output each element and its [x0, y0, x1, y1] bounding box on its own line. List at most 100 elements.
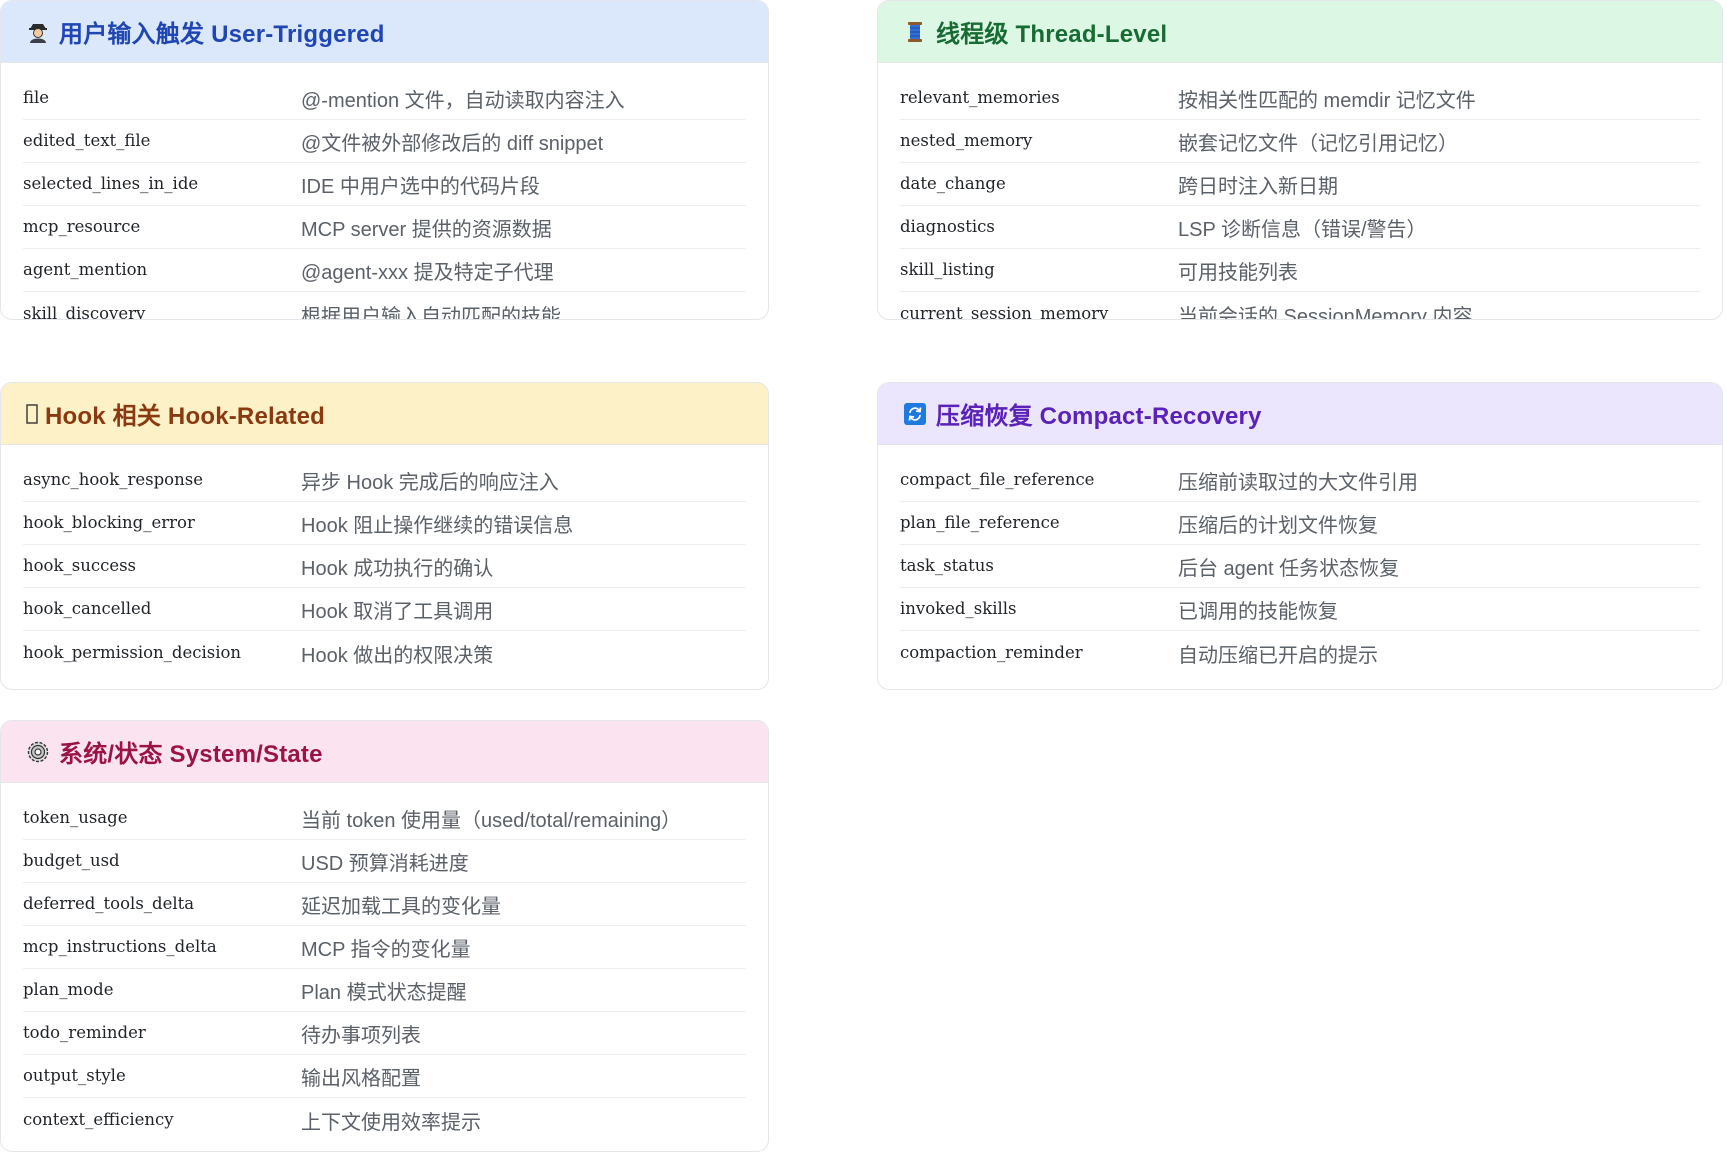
list-item: hook_success Hook 成功执行的确认 [23, 545, 746, 588]
list-item: deferred_tools_delta 延迟加载工具的变化量 [23, 883, 746, 926]
card-title: 用户输入触发 User-Triggered [59, 21, 385, 48]
item-desc: Hook 取消了工具调用 [301, 601, 494, 623]
item-key: hook_success [23, 556, 137, 575]
item-desc: 上下文使用效率提示 [301, 1112, 481, 1134]
gear-icon [25, 739, 51, 765]
item-key: context_efficiency [23, 1110, 174, 1129]
card-compact-recovery: 压缩恢复 Compact-Recovery compact_file_refer… [877, 382, 1723, 690]
item-desc: 跨日时注入新日期 [1178, 176, 1338, 198]
list-item: nested_memory 嵌套记忆文件（记忆引用记忆） [900, 120, 1700, 163]
item-desc: 按相关性匹配的 memdir 记忆文件 [1178, 90, 1476, 112]
item-desc: Plan 模式状态提醒 [301, 982, 467, 1004]
list-item: compaction_reminder 自动压缩已开启的提示 [900, 631, 1700, 674]
card-header: 压缩恢复 Compact-Recovery [878, 383, 1722, 445]
item-desc: 可用技能列表 [1178, 262, 1298, 284]
item-key: task_status [900, 556, 994, 575]
item-key: diagnostics [900, 217, 995, 236]
detective-icon [25, 19, 51, 45]
list-item: mcp_resource MCP server 提供的资源数据 [23, 206, 746, 249]
item-key: file [23, 88, 50, 107]
item-desc: 异步 Hook 完成后的响应注入 [301, 472, 559, 494]
item-key: token_usage [23, 808, 128, 827]
list-item: invoked_skills 已调用的技能恢复 [900, 588, 1700, 631]
item-desc: 当前会话的 SessionMemory 内容 [1178, 306, 1473, 320]
card-user-triggered: 用户输入触发 User-Triggered file @-mention 文件，自… [0, 0, 769, 320]
row-list: file @-mention 文件，自动读取内容注入 edited_text_fi… [1, 63, 768, 320]
item-desc: 嵌套记忆文件（记忆引用记忆） [1178, 133, 1458, 155]
list-item: plan_mode Plan 模式状态提醒 [23, 969, 746, 1012]
card-title: Hook 相关 Hook-Related [45, 403, 326, 430]
row-list: compact_file_reference 压缩前读取过的大文件引用 plan_… [878, 445, 1722, 674]
refresh-icon [902, 401, 928, 427]
item-desc: 根据用户输入自动匹配的技能 [301, 306, 561, 320]
list-item: hook_permission_decision Hook 做出的权限决策 [23, 631, 746, 674]
item-key: selected_lines_in_ide [23, 174, 199, 193]
list-item: date_change 跨日时注入新日期 [900, 163, 1700, 206]
card-header: 用户输入触发 User-Triggered [1, 1, 768, 63]
card-header: 线程级 Thread-Level [878, 1, 1722, 63]
item-key: invoked_skills [900, 599, 1017, 618]
item-key: mcp_instructions_delta [23, 937, 217, 956]
item-key: edited_text_file [23, 131, 151, 150]
card-title: 系统/状态 System/State [59, 741, 323, 768]
item-key: plan_file_reference [900, 513, 1060, 532]
item-desc: 自动压缩已开启的提示 [1178, 645, 1378, 667]
list-item: agent_mention @agent-xxx 提及特定子代理 [23, 249, 746, 292]
item-key: compaction_reminder [900, 643, 1083, 662]
item-desc: 压缩前读取过的大文件引用 [1178, 472, 1418, 494]
item-key: hook_permission_decision [23, 643, 242, 662]
item-desc: 延迟加载工具的变化量 [301, 896, 501, 918]
list-item: mcp_instructions_delta MCP 指令的变化量 [23, 926, 746, 969]
list-item: budget_usd USD 预算消耗进度 [23, 840, 746, 883]
card-header: 系统/状态 System/State [1, 721, 768, 783]
list-item: plan_file_reference 压缩后的计划文件恢复 [900, 502, 1700, 545]
item-key: hook_blocking_error [23, 513, 195, 532]
item-desc: MCP 指令的变化量 [301, 939, 471, 961]
list-item: async_hook_response 异步 Hook 完成后的响应注入 [23, 459, 746, 502]
list-item: edited_text_file @文件被外部修改后的 diff snippet [23, 120, 746, 163]
item-key: agent_mention [23, 260, 148, 279]
item-key: mcp_resource [23, 217, 141, 236]
item-desc: Hook 阻止操作继续的错误信息 [301, 515, 574, 537]
item-desc: MCP server 提供的资源数据 [301, 219, 552, 241]
hook-icon [25, 401, 39, 427]
item-key: output_style [23, 1066, 126, 1085]
item-key: plan_mode [23, 980, 114, 999]
item-key: budget_usd [23, 851, 120, 870]
item-key: skill_listing [900, 260, 995, 279]
item-key: compact_file_reference [900, 470, 1095, 489]
item-desc: 压缩后的计划文件恢复 [1178, 515, 1378, 537]
item-desc: 已调用的技能恢复 [1178, 601, 1338, 623]
item-key: date_change [900, 174, 1006, 193]
item-key: nested_memory [900, 131, 1033, 150]
item-desc: Hook 成功执行的确认 [301, 558, 494, 580]
item-key: relevant_memories [900, 88, 1060, 107]
list-item: hook_cancelled Hook 取消了工具调用 [23, 588, 746, 631]
item-key: current_session_memory [900, 304, 1109, 320]
list-item: file @-mention 文件，自动读取内容注入 [23, 77, 746, 120]
item-desc: 输出风格配置 [301, 1068, 421, 1090]
item-desc: @agent-xxx 提及特定子代理 [301, 262, 554, 284]
item-desc: USD 预算消耗进度 [301, 853, 469, 875]
list-item: relevant_memories 按相关性匹配的 memdir 记忆文件 [900, 77, 1700, 120]
list-item: selected_lines_in_ide IDE 中用户选中的代码片段 [23, 163, 746, 206]
item-key: todo_reminder [23, 1023, 146, 1042]
card-header: Hook 相关 Hook-Related [1, 383, 768, 445]
row-list: async_hook_response 异步 Hook 完成后的响应注入 hook… [1, 445, 768, 674]
list-item: skill_discovery 根据用户输入自动匹配的技能 [23, 292, 746, 320]
list-item: context_efficiency 上下文使用效率提示 [23, 1098, 746, 1141]
item-desc: LSP 诊断信息（错误/警告） [1178, 219, 1427, 241]
item-desc: 当前 token 使用量（used/total/remaining） [301, 810, 682, 832]
card-system-state: 系统/状态 System/State token_usage 当前 token 使… [0, 720, 769, 1152]
row-list: relevant_memories 按相关性匹配的 memdir 记忆文件 nes… [878, 63, 1722, 320]
item-desc: IDE 中用户选中的代码片段 [301, 176, 540, 198]
list-item: skill_listing 可用技能列表 [900, 249, 1700, 292]
item-desc: @-mention 文件，自动读取内容注入 [301, 90, 625, 112]
list-item: output_style 输出风格配置 [23, 1055, 746, 1098]
list-item: task_status 后台 agent 任务状态恢复 [900, 545, 1700, 588]
item-desc: Hook 做出的权限决策 [301, 645, 494, 667]
list-item: diagnostics LSP 诊断信息（错误/警告） [900, 206, 1700, 249]
list-item: compact_file_reference 压缩前读取过的大文件引用 [900, 459, 1700, 502]
item-key: async_hook_response [23, 470, 203, 489]
row-list: token_usage 当前 token 使用量（used/total/remai… [1, 783, 768, 1141]
